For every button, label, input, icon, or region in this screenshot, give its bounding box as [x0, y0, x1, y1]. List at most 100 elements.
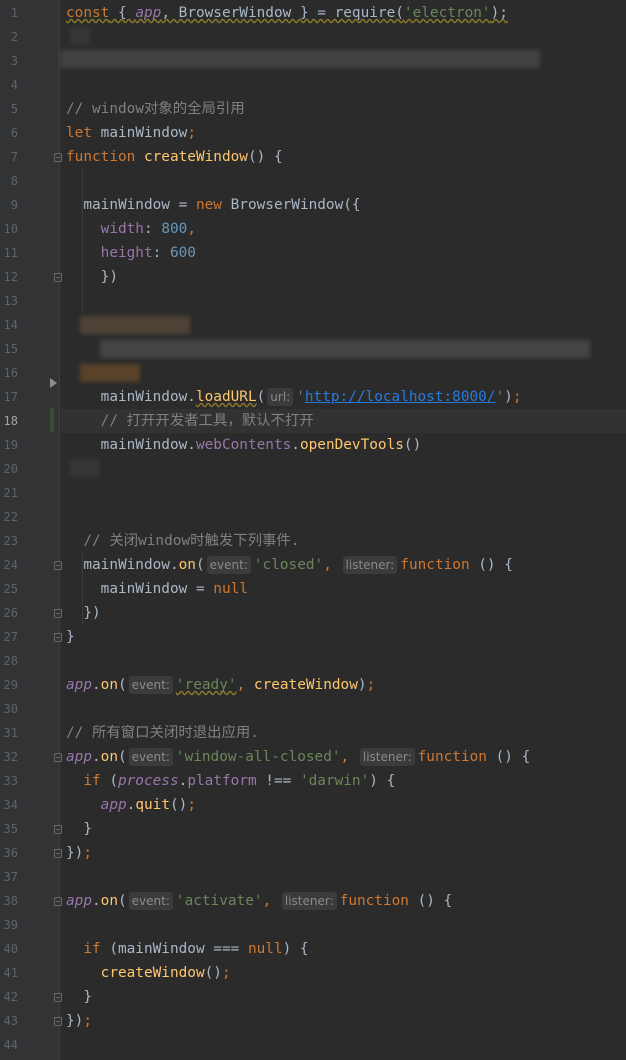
code-line[interactable]: if (process.platform !== 'darwin') {	[66, 769, 395, 793]
code-token: mainWindow.	[66, 437, 196, 453]
code-token: createWindow	[253, 677, 358, 693]
fold-marker-icon[interactable]	[54, 753, 62, 762]
code-token: 'darwin'	[299, 773, 370, 789]
line-number: 10	[3, 222, 18, 236]
code-token: mainWindow.	[66, 389, 196, 405]
parameter-hint: event:	[128, 892, 173, 910]
code-token: .	[178, 773, 188, 789]
code-token: on	[100, 749, 118, 765]
line-number: 5	[10, 102, 18, 116]
code-token: }	[66, 629, 75, 645]
code-token: null	[213, 581, 248, 597]
line-number: 1	[10, 6, 18, 20]
line-number: 27	[3, 630, 18, 644]
code-token: ,	[340, 749, 350, 765]
code-token: ,	[262, 893, 272, 909]
code-line[interactable]: mainWindow = new BrowserWindow({	[66, 193, 360, 217]
code-line[interactable]: app.quit();	[66, 793, 196, 817]
code-line[interactable]: mainWindow.on(event:'closed', listener: f…	[66, 553, 513, 577]
line-number: 9	[10, 198, 18, 212]
code-line[interactable]: app.on(event:'activate', listener: functi…	[66, 889, 452, 913]
redacted-code-region	[80, 364, 140, 382]
parameter-hint: listener:	[359, 748, 415, 766]
code-line[interactable]: }	[66, 985, 92, 1009]
code-line[interactable]: app.on(event:'ready', createWindow);	[66, 673, 375, 697]
parameter-hint: event:	[128, 748, 173, 766]
bookmark-arrow-icon[interactable]	[50, 378, 57, 388]
code-line[interactable]: createWindow();	[66, 961, 231, 985]
fold-marker-icon[interactable]	[54, 561, 62, 570]
code-line[interactable]: mainWindow.loadURL(url:'http://localhost…	[66, 385, 522, 409]
code-line[interactable]: }	[66, 625, 75, 649]
fold-marker-icon[interactable]	[54, 633, 62, 642]
code-line[interactable]: })	[66, 265, 118, 289]
code-token: .	[92, 677, 101, 693]
line-number: 26	[3, 606, 18, 620]
indent-guide	[82, 169, 83, 313]
code-token: app	[66, 749, 92, 765]
code-token: app	[135, 5, 162, 21]
code-line[interactable]: function createWindow() {	[66, 145, 283, 169]
fold-marker-icon[interactable]	[54, 609, 62, 618]
line-number-gutter[interactable]: 1 2 3 4 5 6 7 8 9 10 11 12 13 14 15 16 17 18 19 20 21 22 23 24 2…	[0, 0, 60, 1060]
parameter-hint: url:	[267, 388, 294, 406]
code-token: process	[117, 773, 179, 789]
code-editor[interactable]: 1 2 3 4 5 6 7 8 9 10 11 12 13 14 15 16 17 18 19 20 21 22 23 24 2…	[0, 0, 626, 1060]
code-token: :	[143, 221, 162, 237]
code-line[interactable]: })	[66, 601, 100, 625]
code-token: () {	[486, 749, 531, 765]
code-token: // 打开开发者工具，默认不打开	[100, 413, 314, 429]
fold-marker-icon[interactable]	[54, 993, 62, 1002]
code-line[interactable]: }	[66, 817, 92, 841]
line-number: 17	[3, 390, 18, 404]
code-line[interactable]: width: 800,	[66, 217, 196, 241]
line-number: 7	[10, 150, 18, 164]
fold-marker-icon[interactable]	[54, 273, 62, 282]
code-token: function	[339, 893, 409, 909]
code-line[interactable]: mainWindow = null	[66, 577, 248, 601]
code-token: (	[256, 389, 266, 405]
code-token: app	[100, 797, 127, 813]
code-line[interactable]: app.on(event:'window-all-closed', listen…	[66, 745, 530, 769]
line-number: 24	[3, 558, 18, 572]
code-token: createWindow	[143, 149, 248, 165]
code-token: ;	[83, 845, 92, 861]
code-line[interactable]: height: 600	[66, 241, 196, 265]
code-line[interactable]: // window对象的全局引用	[66, 97, 245, 121]
code-token: function	[66, 149, 136, 165]
code-line[interactable]: mainWindow.webContents.openDevTools()	[66, 433, 422, 457]
code-area[interactable]: const { app, BrowserWindow } = require('…	[61, 0, 626, 1060]
code-token: ,	[187, 221, 196, 237]
line-number: 23	[3, 534, 18, 548]
code-token: , BrowserWindow } = require(	[161, 5, 404, 21]
code-token: ;	[83, 1013, 92, 1029]
code-line[interactable]: const { app, BrowserWindow } = require('…	[66, 1, 508, 25]
code-token: if	[83, 773, 101, 789]
code-token: webContents	[195, 437, 292, 453]
fold-marker-icon[interactable]	[54, 849, 62, 858]
code-token: // 所有窗口关闭时退出应用.	[66, 725, 259, 741]
fold-marker-icon[interactable]	[54, 897, 62, 906]
fold-marker-icon[interactable]	[54, 825, 62, 834]
code-token: ;	[512, 389, 522, 405]
code-line[interactable]: });	[66, 841, 92, 865]
code-token: ()	[204, 965, 222, 981]
code-token: '	[495, 389, 505, 405]
code-line[interactable]: // 打开开发者工具，默认不打开	[66, 409, 314, 433]
code-line[interactable]: let mainWindow;	[66, 121, 196, 145]
code-token: () {	[247, 149, 283, 165]
parameter-hint: event:	[128, 676, 173, 694]
line-number: 38	[3, 894, 18, 908]
fold-marker-icon[interactable]	[54, 1017, 62, 1026]
line-number: 25	[3, 582, 18, 596]
code-line[interactable]: });	[66, 1009, 92, 1033]
code-line[interactable]: // 关闭window时触发下列事件.	[66, 529, 299, 553]
fold-marker-icon[interactable]	[54, 153, 62, 162]
line-number: 11	[3, 246, 18, 260]
code-line[interactable]: if (mainWindow === null) {	[66, 937, 308, 961]
code-line[interactable]: // 所有窗口关闭时退出应用.	[66, 721, 259, 745]
